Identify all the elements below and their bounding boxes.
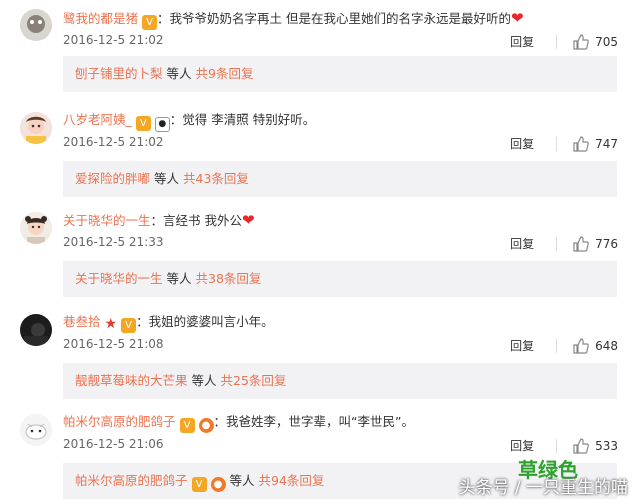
reply-summary[interactable]: 关于晓华的一生 等人 共38条回复	[63, 261, 617, 297]
thumbs-up-icon[interactable]	[573, 235, 589, 252]
comment-actions: 回复 648	[510, 337, 618, 354]
reply-others-label: 等人	[166, 271, 192, 286]
comment-time: 2016-12-5 21:06	[63, 437, 164, 451]
comment-item: 鹭我的都是猪 V ：我爷爷奶奶名字再土 但是在我心里她们的名字永远是最好听的❤ 20…	[0, 0, 640, 100]
panda-badge-icon: ●	[154, 117, 170, 132]
colon: ：	[213, 414, 227, 429]
reply-count-link[interactable]: 共43条回复	[183, 171, 249, 186]
comment-item: 巷叁拾 ★ V ：我姐的婆婆叫言小年。 2016-12-5 21:08 回复 648 …	[0, 302, 640, 402]
reply-button[interactable]: 回复	[510, 437, 534, 454]
reply-button[interactable]: 回复	[510, 235, 534, 252]
reply-summary[interactable]: 刨子铺里的卜梨 等人 共9条回复	[63, 56, 617, 92]
comment-line: 关于晓华的一生：言经书 我外公❤	[63, 210, 630, 231]
vip-badge-icon: V	[121, 318, 137, 333]
reply-others-label: 等人	[229, 473, 255, 488]
comment-time: 2016-12-5 21:08	[63, 337, 164, 351]
comment-actions: 回复 533	[510, 437, 618, 454]
username-link[interactable]: 鹭我的都是猪	[63, 11, 138, 26]
comment-text: 我爷爷奶奶名字再土 但是在我心里她们的名字永远是最好听的	[169, 11, 512, 26]
avatar[interactable]	[20, 414, 52, 446]
divider	[556, 136, 558, 151]
reply-summary[interactable]: 靓靓草莓味的大芒果 等人 共25条回复	[63, 363, 617, 399]
username-link[interactable]: 巷叁拾	[63, 314, 101, 329]
like-count: 776	[595, 236, 618, 251]
comment-text: 我姐的婆婆叫言小年。	[148, 314, 274, 329]
reply-user-link[interactable]: 刨子铺里的卜梨	[75, 66, 163, 81]
reply-others-label: 等人	[154, 171, 180, 186]
vip-badge-icon: V	[142, 15, 158, 30]
comment-text: 言经书 我外公	[163, 213, 243, 228]
comment-time: 2016-12-5 21:02	[63, 33, 164, 47]
reply-button[interactable]: 回复	[510, 337, 534, 354]
reply-button[interactable]: 回复	[510, 135, 534, 152]
reply-count-link[interactable]: 共25条回复	[221, 373, 287, 388]
comment-item: 关于晓华的一生：言经书 我外公❤ 2016-12-5 21:33 回复 776 …	[0, 200, 640, 300]
heart-emoji-icon: ❤	[242, 211, 255, 229]
divider	[556, 236, 558, 251]
comment-text: 觉得 李清照 特别好听。	[182, 112, 316, 127]
star-badge-icon: ★	[104, 316, 118, 332]
avatar[interactable]	[20, 314, 52, 346]
comment-item: 八岁老阿姨_ V ● ：觉得 李清照 特别好听。 2016-12-5 21:02 回复…	[0, 100, 640, 200]
thumbs-up-icon[interactable]	[573, 337, 589, 354]
heart-emoji-icon: ❤	[511, 9, 524, 27]
reply-user-link[interactable]: 靓靓草莓味的大芒果	[75, 373, 188, 388]
divider	[556, 34, 558, 49]
username-link[interactable]: 帕米尔高原的肥鸽子	[63, 414, 176, 429]
colon: ：	[157, 11, 170, 26]
vip-badge-icon: V	[135, 116, 151, 131]
username-link[interactable]: 关于晓华的一生	[63, 213, 151, 228]
reply-button[interactable]: 回复	[510, 33, 534, 50]
like-count: 648	[595, 338, 618, 353]
comment-line: 帕米尔高原的肥鸽子 V ● ：我爸姓李，世字辈，叫“李世民”。	[63, 412, 630, 433]
like-count: 705	[595, 34, 618, 49]
like-count: 747	[595, 136, 618, 151]
thumbs-up-icon[interactable]	[573, 135, 589, 152]
comment-text: 我爸姓李，世字辈，叫“李世民”。	[226, 414, 414, 429]
reply-others-label: 等人	[191, 373, 217, 388]
comment-actions: 回复 705	[510, 33, 618, 50]
comment-line: 八岁老阿姨_ V ● ：觉得 李清照 特别好听。	[63, 110, 630, 132]
comment-actions: 回复 747	[510, 135, 618, 152]
reply-user-link[interactable]: 帕米尔高原的肥鸽子	[75, 473, 188, 488]
comment-actions: 回复 776	[510, 235, 618, 252]
vip-badge-icon: V	[191, 477, 207, 492]
thumbs-up-icon[interactable]	[573, 33, 589, 50]
orange-badge-icon: ●	[198, 418, 214, 433]
thumbs-up-icon[interactable]	[573, 437, 589, 454]
avatar[interactable]	[20, 212, 52, 244]
reply-count-link[interactable]: 共9条回复	[196, 66, 254, 81]
comment-line: 巷叁拾 ★ V ：我姐的婆婆叫言小年。	[63, 312, 630, 333]
reply-count-link[interactable]: 共94条回复	[259, 473, 325, 488]
colon: ：	[169, 112, 183, 127]
vip-badge-icon: V	[179, 418, 195, 433]
comment-line: 鹭我的都是猪 V ：我爷爷奶奶名字再土 但是在我心里她们的名字永远是最好听的❤	[63, 8, 630, 30]
divider	[556, 438, 558, 453]
reply-user-link[interactable]: 爱探险的胖嘟	[75, 171, 150, 186]
reply-others-label: 等人	[166, 66, 192, 81]
watermark: 头条号 / 一只重生的喵	[458, 478, 628, 498]
orange-badge-icon: ●	[210, 477, 226, 492]
colon: ：	[150, 213, 164, 228]
comment-time: 2016-12-5 21:02	[63, 135, 164, 149]
username-link[interactable]: 八岁老阿姨_	[63, 112, 132, 127]
reply-summary[interactable]: 爱探险的胖嘟 等人 共43条回复	[63, 161, 617, 197]
reply-user-link[interactable]: 关于晓华的一生	[75, 271, 163, 286]
avatar[interactable]	[20, 112, 52, 144]
like-count: 533	[595, 438, 618, 453]
reply-count-link[interactable]: 共38条回复	[196, 271, 262, 286]
divider	[556, 338, 558, 353]
avatar[interactable]	[20, 9, 52, 41]
colon: ：	[136, 314, 149, 329]
comment-time: 2016-12-5 21:33	[63, 235, 164, 249]
